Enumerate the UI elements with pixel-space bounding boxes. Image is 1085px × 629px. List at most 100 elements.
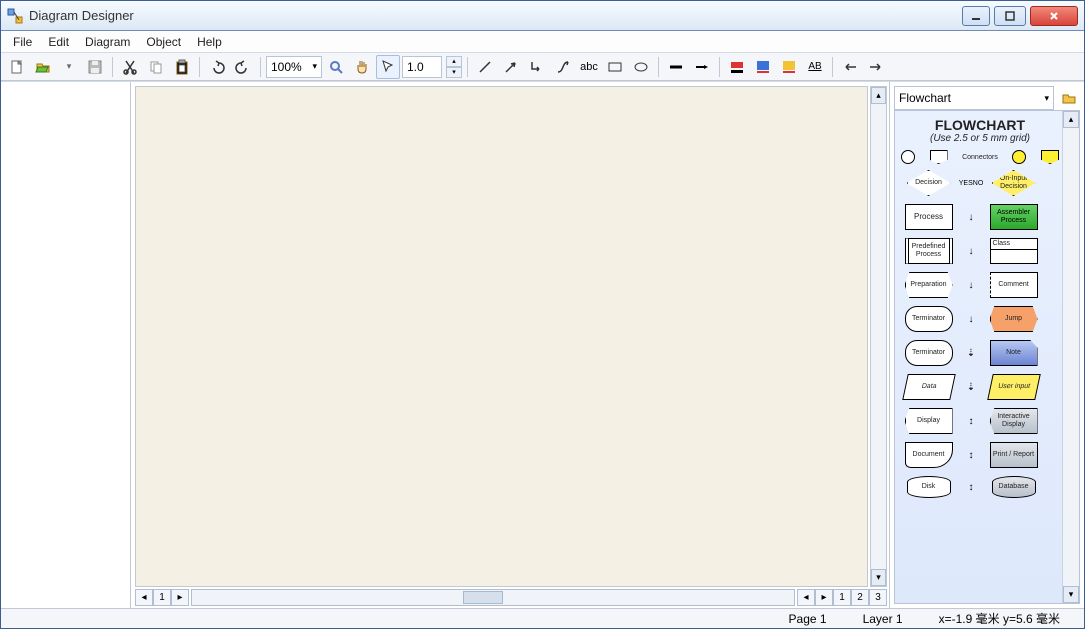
app-window: Diagram Designer File Edit Diagram Objec… (0, 0, 1085, 629)
database-shape[interactable]: Database (992, 476, 1036, 498)
rect-tool[interactable] (603, 55, 627, 79)
note-shape[interactable]: Note (990, 340, 1038, 366)
drawing-canvas[interactable] (135, 86, 868, 587)
terminator-shape[interactable]: Terminator (905, 306, 953, 332)
class-shape[interactable]: Class (990, 238, 1038, 264)
connector2-tool[interactable] (551, 55, 575, 79)
paste-button[interactable] (170, 55, 194, 79)
arrow-down-icon: ↓ (964, 212, 978, 223)
close-button[interactable] (1030, 6, 1078, 26)
comment-shape[interactable]: Comment (990, 272, 1038, 298)
zoom-fit-button[interactable] (324, 55, 348, 79)
vertical-scrollbar[interactable]: ▴ ▾ (870, 86, 887, 587)
new-button[interactable] (5, 55, 29, 79)
zoom-value: 100% (271, 60, 302, 74)
scroll-down-icon[interactable]: ▾ (871, 569, 886, 586)
line-tool[interactable] (473, 55, 497, 79)
open-button[interactable] (31, 55, 55, 79)
menu-edit[interactable]: Edit (40, 32, 77, 52)
dashstyle-button[interactable] (690, 55, 714, 79)
arrowend-button[interactable] (864, 55, 888, 79)
on-input-decision-shape[interactable]: On-Input Decision (992, 170, 1036, 196)
arrow-down-icon: ↓ (964, 314, 978, 325)
palette-scrollbar[interactable]: ▴ ▾ (1062, 111, 1079, 603)
menu-help[interactable]: Help (189, 32, 230, 52)
interactive-display-shape[interactable]: Interactive Display (990, 408, 1038, 434)
page-tab-next[interactable]: ▸ (171, 589, 189, 606)
scroll-down-icon[interactable]: ▾ (1063, 586, 1079, 603)
arrowstart-button[interactable] (838, 55, 862, 79)
select-button[interactable] (376, 55, 400, 79)
maximize-button[interactable] (994, 6, 1026, 26)
save-dropdown[interactable]: ▾ (57, 55, 81, 79)
zoom-combo[interactable]: 100%▾ (266, 56, 322, 78)
display-shape[interactable]: Display (905, 408, 953, 434)
fillcolor-button[interactable] (751, 55, 775, 79)
connector-circle-yellow-shape[interactable] (1012, 150, 1026, 164)
save-button[interactable] (83, 55, 107, 79)
connector1-tool[interactable] (525, 55, 549, 79)
connector-offpage-yellow-shape[interactable] (1041, 150, 1059, 164)
data-shape[interactable]: Data (902, 374, 956, 400)
arrow-both-icon: ↕ (964, 416, 978, 427)
arrow-down-icon: ↓ (964, 246, 978, 257)
window-title: Diagram Designer (29, 8, 962, 23)
connector-circle-shape[interactable] (901, 150, 915, 164)
menu-object[interactable]: Object (138, 32, 189, 52)
textcolor-button[interactable]: AB (803, 55, 827, 79)
bottom-bar: ◂ 1 ▸ ◂ ▸ 1 2 3 (135, 589, 887, 606)
predefined-process-shape[interactable]: Predefined Process (905, 238, 953, 264)
assembler-process-shape[interactable]: Assembler Process (990, 204, 1038, 230)
copy-button[interactable] (144, 55, 168, 79)
client-area: ▴ ▾ ◂ 1 ▸ ◂ ▸ 1 2 3 Flowchart▾ (1, 81, 1084, 608)
connector-offpage-shape[interactable] (930, 150, 948, 164)
hscroll-left-icon[interactable]: ◂ (797, 589, 815, 606)
palette-open-button[interactable] (1058, 87, 1080, 109)
palette-dropdown[interactable]: Flowchart▾ (894, 86, 1054, 110)
disk-shape[interactable]: Disk (907, 476, 951, 498)
hscroll-right-icon[interactable]: ▸ (815, 589, 833, 606)
document-shape[interactable]: Document (905, 442, 953, 468)
connectors-row: Connectors (901, 150, 1059, 164)
arrow-tool[interactable] (499, 55, 523, 79)
decision-shape[interactable]: Decision (907, 170, 951, 196)
user-input-shape[interactable]: User input (987, 374, 1041, 400)
terminator2-shape[interactable]: Terminator (905, 340, 953, 366)
pan-button[interactable] (350, 55, 374, 79)
horizontal-scrollbar[interactable] (191, 589, 795, 606)
page-thumbnails-panel[interactable] (1, 82, 131, 608)
layer-tab-1[interactable]: 1 (833, 589, 851, 606)
scroll-up-icon[interactable]: ▴ (871, 87, 886, 104)
print-report-shape[interactable]: Print / Report (990, 442, 1038, 468)
preparation-shape[interactable]: Preparation (905, 272, 953, 298)
yes-no-label: YESNO (964, 180, 978, 187)
layer-tab-3[interactable]: 3 (869, 589, 887, 606)
palette-dropdown-value: Flowchart (899, 91, 951, 105)
layer-tab-2[interactable]: 2 (851, 589, 869, 606)
redo-button[interactable] (231, 55, 255, 79)
cut-button[interactable] (118, 55, 142, 79)
linewidth-stepper[interactable]: ▴▾ (446, 56, 462, 78)
status-layer: Layer 1 (845, 612, 921, 626)
text-tool[interactable]: abc (577, 55, 601, 79)
process-shape[interactable]: Process (905, 204, 953, 230)
undo-button[interactable] (205, 55, 229, 79)
menu-file[interactable]: File (5, 32, 40, 52)
gradientcolor-button[interactable] (777, 55, 801, 79)
linestyle-button[interactable] (664, 55, 688, 79)
page-tab-1[interactable]: 1 (153, 589, 171, 606)
ellipse-tool[interactable] (629, 55, 653, 79)
scroll-up-icon[interactable]: ▴ (1063, 111, 1079, 128)
arrow-dashed-icon: ⇣ (964, 348, 978, 359)
arrow-both-icon: ↕ (964, 482, 978, 493)
menu-diagram[interactable]: Diagram (77, 32, 138, 52)
linecolor-button[interactable] (725, 55, 749, 79)
minimize-button[interactable] (962, 6, 990, 26)
statusbar: Page 1 Layer 1 x=-1.9 毫米 y=5.6 毫米 (1, 608, 1084, 628)
page-tab-prev[interactable]: ◂ (135, 589, 153, 606)
shape-palette: Flowchart▾ FLOWCHART (Use 2.5 or 5 mm gr… (889, 82, 1084, 608)
linewidth-field[interactable]: 1.0 (402, 56, 442, 78)
arrow-dashed-icon: ⇣ (964, 382, 978, 393)
jump-shape[interactable]: Jump (990, 306, 1038, 332)
canvas-wrap: ▴ ▾ ◂ 1 ▸ ◂ ▸ 1 2 3 (131, 82, 889, 608)
